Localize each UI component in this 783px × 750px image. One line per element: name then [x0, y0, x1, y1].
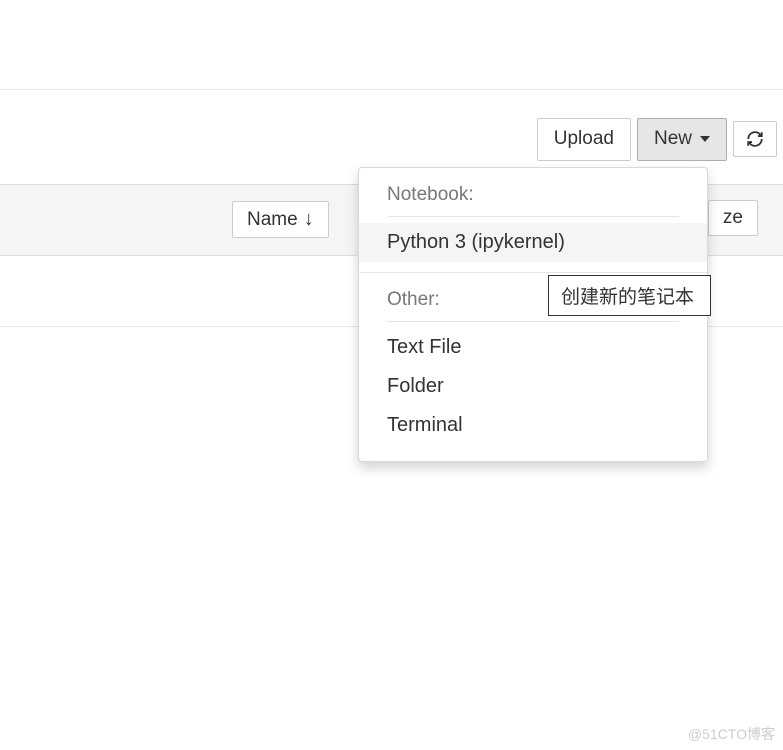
arrow-down-icon: ↓ — [304, 208, 314, 231]
file-size-header-button[interactable]: ze — [708, 200, 758, 236]
refresh-button[interactable] — [733, 121, 777, 157]
dropdown-item-label: Text File — [387, 336, 461, 358]
dropdown-item-python3[interactable]: Python 3 (ipykernel) — [359, 223, 707, 262]
header-divider — [0, 89, 783, 90]
toolbar: Upload New — [537, 118, 777, 161]
dropdown-divider — [387, 216, 679, 217]
dropdown-item-label: Terminal — [387, 414, 463, 436]
upload-label: Upload — [554, 127, 614, 152]
file-size-label: ze — [723, 207, 743, 228]
new-label: New — [654, 127, 692, 152]
dropdown-header-notebook: Notebook: — [359, 178, 707, 212]
sort-name-button[interactable]: Name ↓ — [232, 201, 329, 238]
dropdown-item-folder[interactable]: Folder — [359, 367, 707, 406]
sort-name-label: Name — [247, 209, 298, 231]
dropdown-item-textfile[interactable]: Text File — [359, 328, 707, 367]
dropdown-divider — [387, 321, 679, 322]
dropdown-separator — [359, 272, 707, 273]
new-dropdown-button[interactable]: New — [637, 118, 727, 161]
tooltip: 创建新的笔记本 — [548, 275, 711, 316]
caret-down-icon — [700, 136, 710, 142]
dropdown-item-label: Folder — [387, 375, 444, 397]
dropdown-item-label: Python 3 (ipykernel) — [387, 231, 565, 253]
watermark: @51CTO博客 — [688, 724, 775, 744]
dropdown-item-terminal[interactable]: Terminal — [359, 406, 707, 445]
tooltip-text: 创建新的笔记本 — [561, 287, 694, 308]
refresh-icon — [746, 130, 764, 148]
upload-button[interactable]: Upload — [537, 118, 631, 161]
